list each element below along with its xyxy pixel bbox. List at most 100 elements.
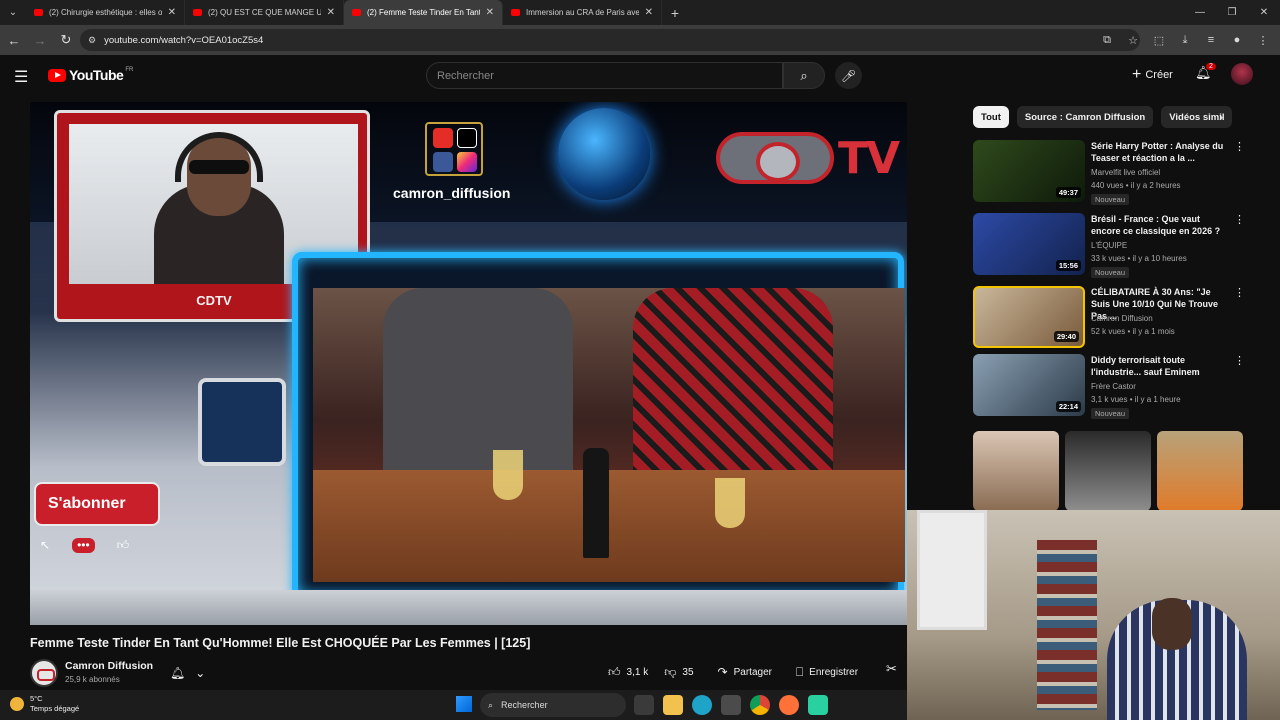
overlay-icons: ↖ ••• 👍︎ — [40, 538, 129, 553]
recommendation-item[interactable]: 15:56 Brésil - France : Que vaut encore … — [973, 213, 1253, 279]
video-thumbnail[interactable]: 22:14 — [973, 354, 1085, 416]
windows-start-icon[interactable] — [456, 696, 472, 712]
recommendation-item[interactable]: 22:14 Diddy terrorisait toute l'industri… — [973, 354, 1253, 420]
new-badge: Nouveau — [1091, 267, 1130, 278]
recommendation-item[interactable]: 49:37 Série Harry Potter : Analyse du Te… — [973, 140, 1253, 206]
chip-source[interactable]: Source : Camron Diffusion — [1016, 106, 1154, 128]
browser-tab-active[interactable]: (2) Femme Teste Tinder En Tant ✕ — [344, 0, 503, 25]
taskbar-search[interactable]: ⌕ Rechercher — [480, 693, 626, 717]
create-button[interactable]: + Créer — [1126, 63, 1179, 87]
recommendation-channel[interactable]: Frère Castor — [1091, 382, 1136, 391]
duration-badge: 29:40 — [1053, 331, 1079, 342]
recommendation-title[interactable]: Série Harry Potter : Analyse du Teaser e… — [1091, 140, 1231, 164]
install-icon[interactable]: ⧉ — [1096, 29, 1118, 51]
more-options-icon[interactable]: ⋮ — [1234, 213, 1245, 226]
side-monitor — [198, 378, 286, 466]
profile-icon[interactable]: ● — [1226, 29, 1248, 51]
weather-widget[interactable]: 5°C Temps dégagé — [10, 694, 79, 714]
omnibox[interactable]: ⚙ youtube.com/watch?v=OEA01ocZ5s4 — [80, 29, 1140, 51]
close-icon[interactable]: ✕ — [327, 7, 335, 18]
shorts-row — [973, 431, 1243, 511]
youtube-logo[interactable]: YouTube FR — [48, 67, 133, 83]
recommendation-title[interactable]: Diddy terrorisait toute l'industrie... s… — [1091, 354, 1231, 378]
short-thumbnail[interactable] — [973, 431, 1059, 511]
browser-tab[interactable]: Immersion au CRA de Paris ave ✕ — [503, 0, 662, 25]
save-button[interactable]: ⎕ Enregistrer — [788, 659, 866, 685]
dots-icon: ••• — [72, 538, 95, 553]
microphone-icon[interactable]: 🎤︎ — [835, 62, 862, 89]
close-icon[interactable]: ✕ — [486, 7, 494, 18]
bookmark-star-icon[interactable]: ☆ — [1122, 29, 1144, 51]
firefox-icon[interactable] — [779, 695, 799, 715]
weather-description: Temps dégagé — [30, 704, 80, 713]
more-options-icon[interactable]: ⋮ — [1234, 286, 1245, 299]
chip-all[interactable]: Tout — [973, 106, 1009, 128]
menu-icon[interactable]: ⋮ — [1252, 29, 1274, 51]
channel-avatar[interactable] — [30, 659, 58, 687]
hamburger-menu-icon[interactable]: ☰ — [14, 67, 28, 87]
close-icon[interactable]: ✕ — [168, 7, 176, 18]
dislike-button[interactable]: 👎︎ 35 — [656, 659, 701, 685]
video-player[interactable]: TV camron_diffusion CDTV S'abonner ↖ •••… — [30, 102, 907, 625]
like-button[interactable]: 👍︎ 3,1 k — [600, 659, 656, 685]
dislike-count: 35 — [682, 666, 694, 678]
more-options-icon[interactable]: ⋮ — [1234, 140, 1245, 153]
forward-icon[interactable]: → — [28, 28, 52, 52]
browser-tab[interactable]: (2) Chirurgie esthétique : elles o ✕ — [26, 0, 185, 25]
video-thumbnail[interactable]: 15:56 — [973, 213, 1085, 275]
task-view-icon[interactable] — [634, 695, 654, 715]
tab-search-menu[interactable]: ⌄ — [0, 0, 26, 25]
back-icon[interactable]: ← — [2, 28, 26, 52]
video-thumbnail[interactable]: 49:37 — [973, 140, 1085, 202]
wine-bottle — [583, 448, 609, 558]
tab-title: Immersion au CRA de Paris ave — [526, 8, 639, 17]
x-social-icon — [457, 128, 477, 148]
reload-icon[interactable]: ↻ — [54, 28, 78, 52]
thumbs-down-icon: 👎︎ — [664, 664, 677, 679]
room-window — [917, 510, 987, 630]
edge-icon[interactable] — [692, 695, 712, 715]
bookmark-icon: ⎕ — [795, 664, 804, 679]
browser-tab[interactable]: (2) QU EST CE QUE MANGE UN ✕ — [185, 0, 344, 25]
minimize-icon[interactable]: — — [1184, 0, 1216, 25]
short-thumbnail[interactable] — [1157, 431, 1243, 511]
duration-badge: 49:37 — [1055, 187, 1081, 198]
recommendation-meta: 52 k vues • il y a 1 mois — [1091, 327, 1175, 336]
streamer-webcam — [907, 510, 1280, 720]
like-count: 3,1 k — [626, 666, 649, 678]
channel-name[interactable]: Camron Diffusion — [65, 660, 153, 672]
file-explorer-icon[interactable] — [663, 695, 683, 715]
share-icon: ↷ — [717, 665, 728, 679]
new-tab-button[interactable]: + — [662, 5, 688, 21]
extensions-icon[interactable]: ⬚ — [1148, 29, 1170, 51]
chrome-icon[interactable] — [750, 695, 770, 715]
recommendation-channel[interactable]: Camron Diffusion — [1091, 314, 1153, 323]
recommendation-item[interactable]: 29:40 CÉLIBATAIRE À 30 Ans: "Je Suis Une… — [973, 286, 1253, 352]
search-icon[interactable]: ⌕ — [783, 62, 825, 89]
video-thumbnail[interactable]: 29:40 — [973, 286, 1085, 348]
chevron-right-icon[interactable]: › — [1219, 110, 1223, 124]
tab-title: (2) Chirurgie esthétique : elles o — [49, 8, 162, 17]
more-options-icon[interactable]: ⋮ — [1234, 354, 1245, 367]
moon-weather-icon — [10, 697, 24, 711]
duration-badge: 15:56 — [1055, 260, 1081, 271]
store-icon[interactable] — [721, 695, 741, 715]
account-avatar[interactable] — [1231, 63, 1253, 85]
search-input[interactable] — [437, 69, 782, 82]
site-info-icon[interactable]: ⚙ — [88, 35, 96, 46]
close-window-icon[interactable]: ✕ — [1248, 0, 1280, 25]
subscribed-button[interactable]: 🔔︎ ⌄ — [170, 661, 220, 685]
close-icon[interactable]: ✕ — [645, 7, 653, 18]
taskbar-apps — [634, 695, 828, 715]
clip-scissors-icon[interactable]: ✂ — [886, 661, 897, 677]
download-icon[interactable]: ⤓ — [1174, 29, 1196, 51]
app-icon[interactable] — [808, 695, 828, 715]
share-button[interactable]: ↷ Partager — [710, 659, 780, 685]
short-thumbnail[interactable] — [1065, 431, 1151, 511]
media-icon[interactable]: ≡ — [1200, 29, 1222, 51]
recommendation-title[interactable]: Brésil - France : Que vaut encore ce cla… — [1091, 213, 1231, 237]
recommendation-channel[interactable]: L'ÉQUIPE — [1091, 241, 1127, 250]
recommendation-channel[interactable]: Marvelfit live officiel — [1091, 168, 1160, 177]
restore-icon[interactable]: ❐ — [1216, 0, 1248, 25]
globe-graphic — [558, 108, 650, 200]
